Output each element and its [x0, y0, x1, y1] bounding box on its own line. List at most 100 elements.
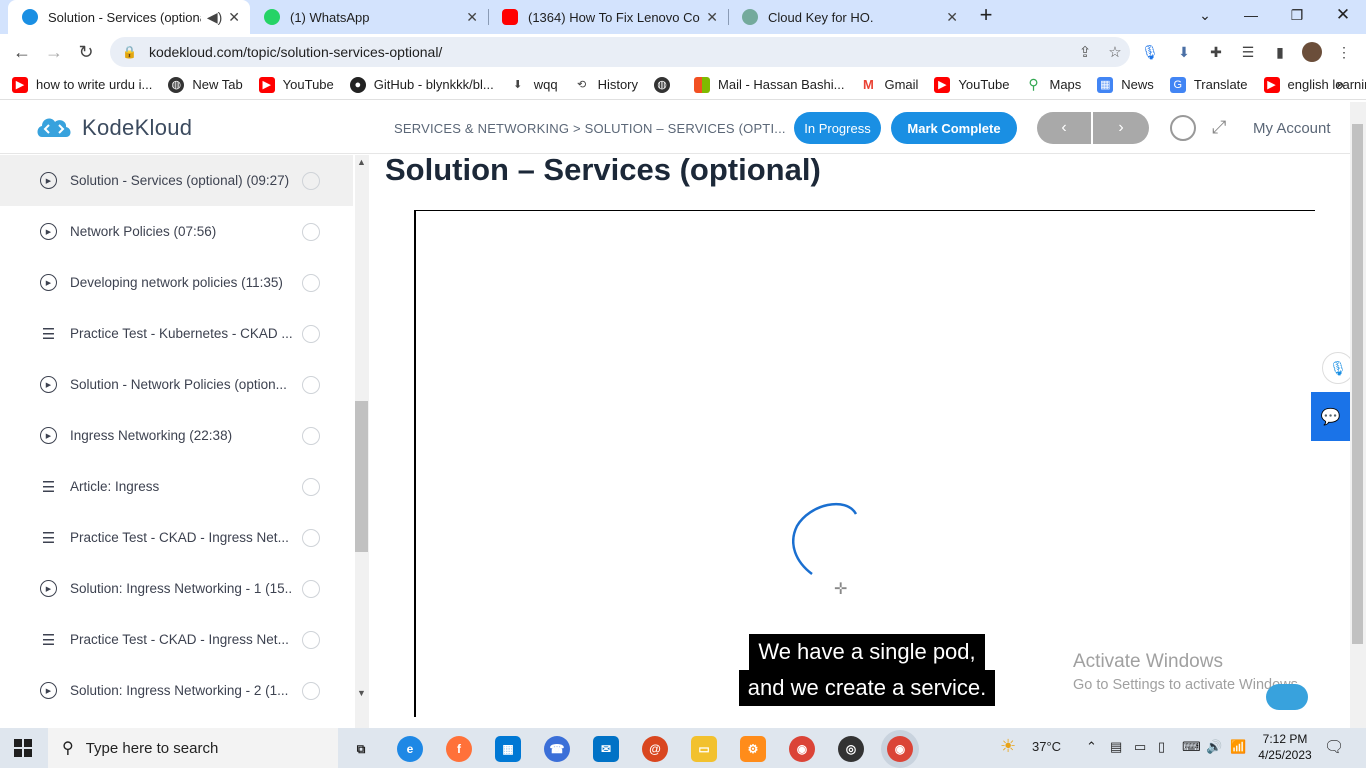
microsoft-store-icon[interactable]: ▦: [495, 736, 521, 762]
tab-whatsapp[interactable]: (1) WhatsApp ✕: [250, 0, 488, 34]
network-drive-icon[interactable]: ▤: [1110, 739, 1122, 755]
completion-circle-icon[interactable]: [302, 324, 320, 343]
new-tab-button[interactable]: +: [970, 0, 1002, 30]
weather-icon[interactable]: ☀: [1000, 736, 1016, 757]
chrome-active-icon[interactable]: ◉: [887, 736, 913, 762]
menu-kebab-icon[interactable]: ⋮: [1334, 42, 1354, 62]
tab-search-icon[interactable]: ⌄: [1182, 0, 1228, 30]
fullscreen-expand-icon[interactable]: ⤢: [1212, 117, 1226, 138]
microphone-extension-icon[interactable]: 🎙: [1140, 42, 1160, 62]
lesson-item[interactable]: ▶ Ingress Networking (22:38): [0, 410, 353, 461]
url-text[interactable]: kodekloud.com/topic/solution-services-op…: [149, 44, 1070, 60]
lesson-item[interactable]: ▶ Solution - Services (optional) (09:27): [0, 155, 353, 206]
video-player[interactable]: ✛ We have a single pod, and we create a …: [414, 210, 1315, 717]
dark-mode-toggle-icon[interactable]: [1170, 115, 1196, 141]
completion-circle-icon[interactable]: [302, 426, 320, 445]
in-progress-button[interactable]: In Progress: [794, 112, 881, 144]
profile-avatar[interactable]: [1302, 42, 1322, 62]
bookmark-item[interactable]: Mail - Hassan Bashi...: [694, 76, 844, 93]
firefox-icon[interactable]: f: [446, 736, 472, 762]
breadcrumb[interactable]: SERVICES & NETWORKING > SOLUTION – SERVI…: [394, 121, 786, 136]
bookmark-star-icon[interactable]: ☆: [1100, 43, 1130, 61]
close-tab-icon[interactable]: ✕: [466, 9, 478, 26]
share-icon[interactable]: ⇪: [1070, 43, 1100, 61]
bookmark-item[interactable]: ◍ New Tab: [168, 76, 243, 93]
reading-list-icon[interactable]: ☰: [1238, 42, 1258, 62]
volume-icon[interactable]: 🔊: [1206, 739, 1222, 755]
next-lesson-button[interactable]: ›: [1093, 112, 1149, 144]
lesson-item[interactable]: ☰ Practice Test - Kubernetes - CKAD ...: [0, 308, 353, 359]
wifi-icon[interactable]: 📶: [1230, 739, 1246, 755]
lesson-item[interactable]: ☰ Practice Test - CKAD - Ingress Net...: [0, 512, 353, 563]
completion-circle-icon[interactable]: [302, 630, 320, 649]
completion-circle-icon[interactable]: [302, 171, 320, 190]
edge-icon[interactable]: e: [397, 736, 423, 762]
lock-icon[interactable]: 🔒: [122, 45, 137, 59]
keyboard-icon[interactable]: ⌨: [1182, 739, 1201, 755]
bookmark-item[interactable]: ▦ News: [1097, 76, 1154, 93]
phone-app-icon[interactable]: ☎: [544, 736, 570, 762]
settings-gear-app-icon[interactable]: ⚙: [740, 736, 766, 762]
weather-temp[interactable]: 37°C: [1032, 739, 1061, 754]
windows-start-icon[interactable]: [14, 739, 32, 757]
download-extension-icon[interactable]: ⬇: [1174, 42, 1194, 62]
bookmark-item[interactable]: ● GitHub - blynkkk/bl...: [349, 76, 494, 93]
completion-circle-icon[interactable]: [302, 528, 320, 547]
lesson-item[interactable]: ▶ Solution - Network Policies (option...: [0, 359, 353, 410]
bookmark-item[interactable]: ▶ YouTube: [258, 76, 334, 93]
lesson-item[interactable]: ☰ Article: Ingress: [0, 461, 353, 512]
bookmark-item[interactable]: ⟲ History: [574, 77, 638, 93]
back-button[interactable]: ←: [8, 38, 36, 66]
reload-button[interactable]: ↻: [72, 38, 100, 66]
side-panel-icon[interactable]: ▮: [1270, 42, 1290, 62]
completion-circle-icon[interactable]: [302, 222, 320, 241]
completion-circle-icon[interactable]: [302, 375, 320, 394]
restore-button[interactable]: ❐: [1274, 0, 1320, 30]
bookmark-item[interactable]: ▶ how to write urdu i...: [12, 76, 152, 93]
address-bar[interactable]: 🔒 kodekloud.com/topic/solution-services-…: [110, 37, 1130, 67]
bookmark-item[interactable]: ▶ english learning: [1263, 76, 1366, 93]
bookmark-item[interactable]: M Gmail: [860, 77, 918, 93]
notification-center-icon[interactable]: 🗨: [1324, 737, 1344, 757]
kodekloud-floating-logo-icon[interactable]: [1266, 684, 1308, 710]
lesson-item[interactable]: ▶ Network Policies (07:56): [0, 206, 353, 257]
chat-feedback-icon[interactable]: 💬: [1311, 392, 1350, 441]
scroll-up-arrow-icon[interactable]: ▲: [357, 157, 366, 167]
file-explorer-icon[interactable]: ▭: [691, 736, 717, 762]
tab-youtube-lenovo[interactable]: (1364) How To Fix Lenovo Compu ✕: [488, 0, 728, 34]
bookmark-item[interactable]: G Translate: [1169, 76, 1248, 93]
lesson-item[interactable]: ▶ Developing network policies (11:35): [0, 257, 353, 308]
my-account-link[interactable]: My Account: [1253, 120, 1331, 137]
bookmark-item[interactable]: ▶ YouTube: [934, 76, 1010, 93]
display-icon[interactable]: ▭: [1134, 739, 1146, 755]
lesson-item[interactable]: ▶ Solution: Ingress Networking - 1 (15..…: [0, 563, 353, 614]
bookmark-item[interactable]: ⚲ Maps: [1026, 76, 1081, 93]
battery-icon[interactable]: ▯: [1158, 739, 1165, 755]
minimize-button[interactable]: —: [1228, 0, 1274, 30]
extensions-puzzle-icon[interactable]: ✚: [1206, 42, 1226, 62]
forward-button[interactable]: →: [40, 38, 68, 66]
previous-lesson-button[interactable]: ‹: [1037, 112, 1091, 144]
tray-chevron-icon[interactable]: ⌃: [1086, 739, 1097, 755]
completion-circle-icon[interactable]: [302, 579, 320, 598]
chrome-icon[interactable]: ◉: [789, 736, 815, 762]
completion-circle-icon[interactable]: [302, 477, 320, 496]
page-scrollbar-thumb[interactable]: [1352, 124, 1363, 644]
lesson-item[interactable]: ▶ Solution: Ingress Networking - 2 (1...: [0, 665, 353, 716]
taskbar-search-box[interactable]: ⚲ Type here to search: [48, 728, 338, 768]
scroll-down-arrow-icon[interactable]: ▼: [357, 688, 366, 698]
mail-icon[interactable]: ✉: [593, 736, 619, 762]
lesson-item[interactable]: ☰ Practice Test - CKAD - Ingress Net...: [0, 614, 353, 665]
sidebar-scrollbar-thumb[interactable]: [355, 401, 368, 552]
snail-app-icon[interactable]: @: [642, 736, 668, 762]
bookmark-item[interactable]: ⬇ wqq: [510, 77, 557, 93]
close-tab-icon[interactable]: ✕: [946, 9, 958, 26]
completion-circle-icon[interactable]: [302, 681, 320, 700]
task-view-icon[interactable]: ⧉: [348, 736, 374, 762]
kodekloud-logo[interactable]: KodeKloud: [34, 113, 192, 143]
close-window-button[interactable]: ✕: [1320, 0, 1366, 30]
bookmarks-overflow-icon[interactable]: »: [1336, 76, 1344, 93]
completion-circle-icon[interactable]: [302, 273, 320, 292]
tab-solution-services[interactable]: Solution - Services (optional) ◀) ✕: [8, 0, 250, 34]
tab-cloud-key[interactable]: Cloud Key for HO. ✕: [728, 0, 968, 34]
